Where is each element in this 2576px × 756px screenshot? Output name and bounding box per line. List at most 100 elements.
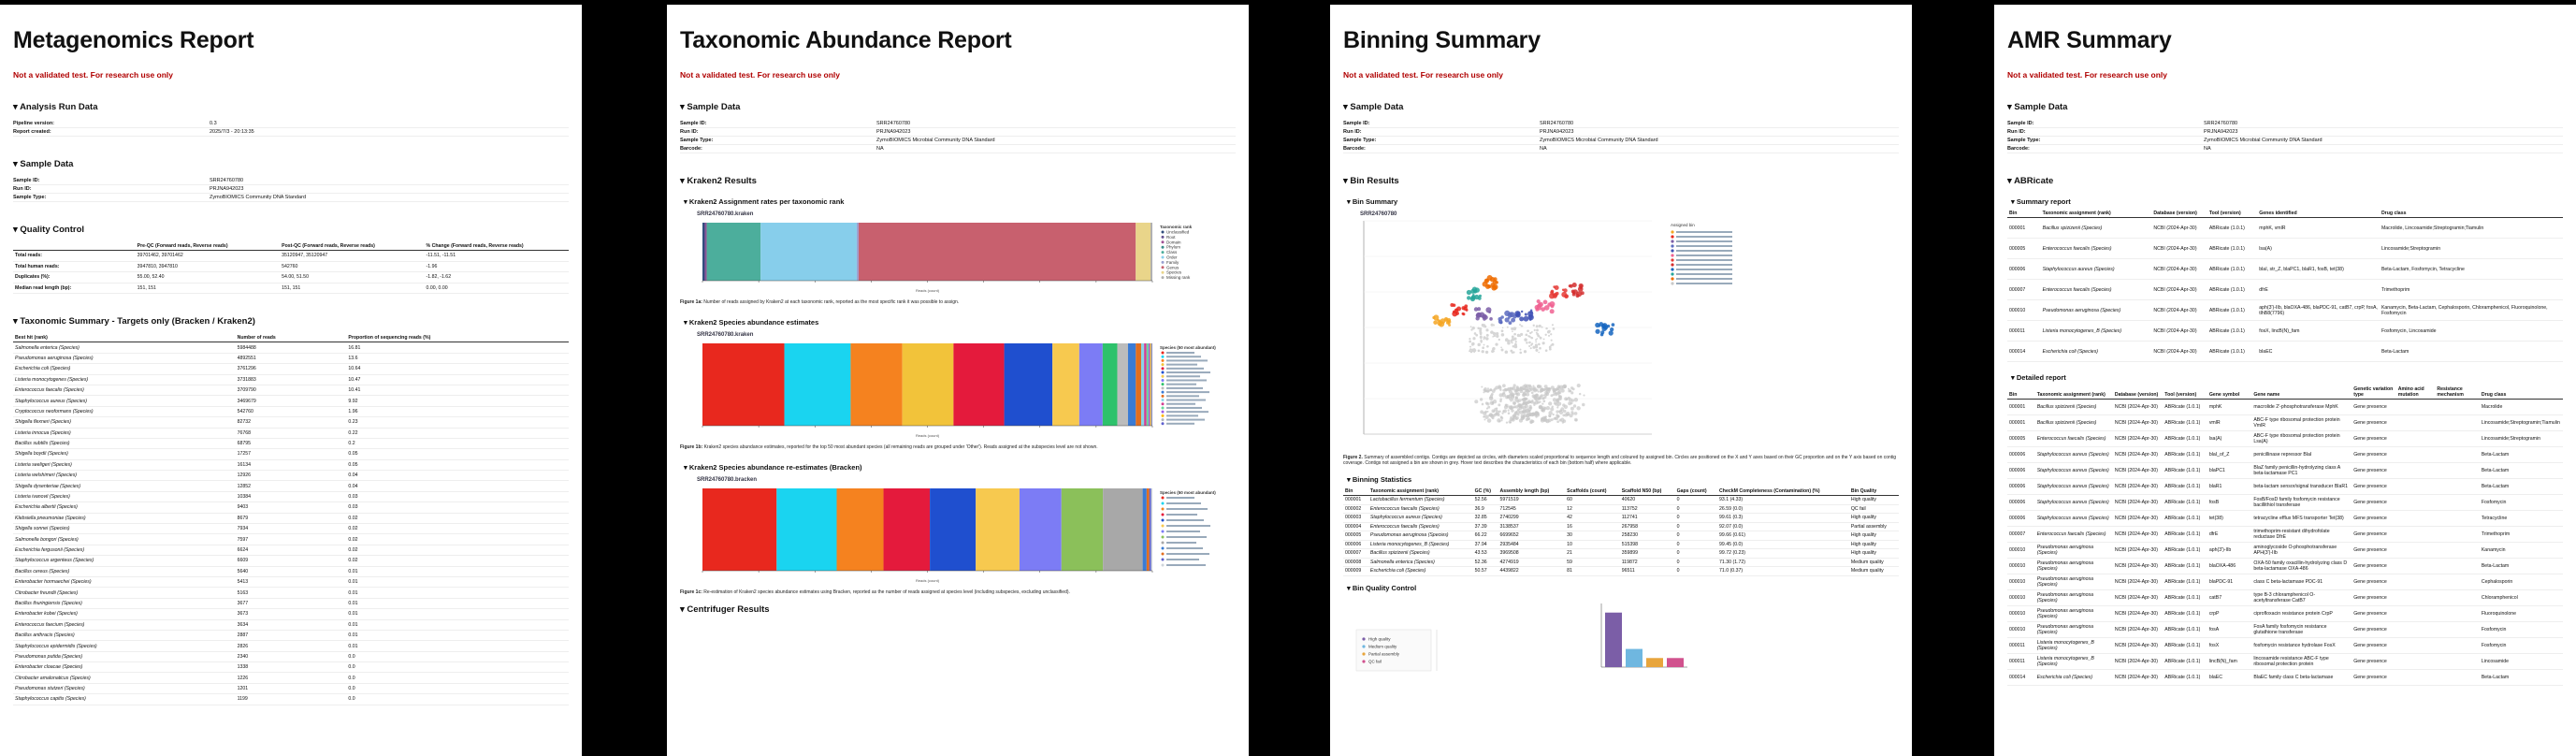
disclaimer: Not a validated test. For research use o…: [2007, 70, 2168, 80]
contig-point-unbinned: [1499, 398, 1502, 401]
legend-swatch: [1161, 260, 1165, 264]
contig-point-unbinned: [1535, 325, 1539, 328]
bar-segment: [1151, 343, 1152, 426]
contig-point-unbinned: [1576, 383, 1581, 388]
table-cell: 40620: [1619, 495, 1675, 505]
legend-swatch: [1671, 240, 1674, 243]
section-centrifuger-results[interactable]: ▾ Centrifuger Results: [680, 604, 1236, 615]
table-row: Enterobacter kobei (Species) 3673 0.01: [13, 608, 569, 620]
column-header: Gaps (count): [1674, 487, 1718, 496]
sample-data-table: Sample ID: SRR24760780 Run ID: PRJNA942023 S…: [2007, 120, 2563, 153]
bar-segment: [1004, 343, 1053, 426]
contig-point-unbinned: [1524, 385, 1527, 388]
contig-point-unbinned: [1540, 418, 1545, 423]
section-kraken2-results[interactable]: ▾ Kraken2 Results: [680, 176, 1236, 186]
table-cell: blaR1: [2207, 478, 2252, 495]
subsection-summary-report[interactable]: ▾ Summary report: [2011, 197, 2563, 206]
table-row: 000005 Enterococcus faecalis (Species) NCB…: [2007, 430, 2563, 447]
table-cell: 0: [1674, 513, 1718, 523]
bar-segment: [883, 488, 931, 571]
section-sample-data[interactable]: ▾ Sample Data: [2007, 102, 2563, 112]
kv-key: Run ID:: [13, 186, 32, 192]
column-header: % Change (Forward reads, Reverse reads): [424, 242, 569, 251]
kv-key: Sample Type:: [2007, 138, 2041, 143]
legend-label-placeholder: [1166, 352, 1194, 354]
contig-point-unbinned: [1479, 398, 1483, 401]
legend-swatch: [1671, 254, 1674, 257]
section-abricate[interactable]: ▾ ABRicate: [2007, 176, 2563, 186]
subsection-detailed-report[interactable]: ▾ Detailed report: [2011, 373, 2563, 382]
contig-point-binned: [1599, 332, 1604, 337]
contig-point-unbinned: [1583, 394, 1585, 397]
section-sample-data[interactable]: ▾ Sample Data: [13, 159, 569, 169]
table-cell: Shigella dysenteriae (Species): [13, 480, 236, 492]
contig-point-unbinned: [1479, 333, 1483, 336]
legend-label-placeholder: [1166, 519, 1204, 521]
column-header: Post-QC (Forward reads, Reverse reads): [280, 242, 425, 251]
contig-point-unbinned: [1491, 402, 1495, 405]
table-cell: Beta-Lactam: [2479, 478, 2563, 495]
contig-point-unbinned: [1471, 326, 1475, 330]
sample-data-table: Sample ID: SRR24760780 Run ID: PRJNA942023 S…: [1343, 120, 1899, 153]
section-bin-results[interactable]: ▾ Bin Results: [1343, 176, 1899, 186]
subsection-binning-statistics[interactable]: ▾ Binning Statistics: [1347, 475, 1899, 484]
contig-point-unbinned: [1570, 406, 1574, 411]
section-analysis-run[interactable]: ▾ Analysis Run Data: [13, 102, 569, 112]
subsection-bracken[interactable]: ▾ Kraken2 Species abundance re-estimates…: [684, 463, 1236, 472]
contig-point-binned: [1450, 303, 1454, 307]
table-cell: [2395, 542, 2436, 559]
contig-point-binned: [1504, 317, 1510, 323]
subsection-species-abundance[interactable]: ▾ Kraken2 Species abundance estimates: [684, 318, 1236, 327]
kv-value: 2025/7/3 - 20:13:35: [210, 129, 254, 135]
table-cell: Fosfomycin, Lincosamide: [2379, 320, 2563, 342]
subsection-bin-summary[interactable]: ▾ Bin Summary: [1347, 197, 1899, 206]
table-cell: Enterococcus faecalis (Species): [13, 385, 236, 397]
table-cell: [2395, 669, 2436, 686]
table-cell: Chloramphenicol: [2479, 589, 2563, 606]
legend-swatch: [1161, 383, 1165, 386]
page-title: Metagenomics Report: [13, 27, 254, 53]
table-cell: dfrE: [2207, 526, 2252, 543]
legend-swatch: [1161, 410, 1165, 414]
contig-point-unbinned: [1532, 324, 1535, 327]
table-cell: 3709790: [235, 385, 347, 397]
contig-point-unbinned: [1486, 418, 1492, 423]
kv-row: Sample ID: SRR24760780: [680, 120, 1236, 128]
table-row: Staphylococcus argenteus (Species) 6609 0.…: [13, 555, 569, 567]
kv-value: ZymoBIOMICS Microbial Community DNA Stan…: [2204, 138, 2323, 143]
contig-point-unbinned: [1481, 385, 1483, 388]
report-page-taxonomic-abundance: Taxonomic Abundance Report Not a validat…: [667, 5, 1249, 756]
table-cell: mphK: [2207, 399, 2252, 415]
section-taxonomic-summary[interactable]: ▾ Taxonomic Summary - Targets only (Brac…: [13, 316, 569, 327]
kv-row: Sample Type: ZymoBIOMICS Microbial Commun…: [2007, 137, 2563, 145]
table-cell: 000014: [2007, 341, 2041, 362]
contig-point-unbinned: [1582, 402, 1585, 407]
table-cell: 10.47: [346, 374, 569, 385]
contig-point-binned: [1476, 312, 1483, 318]
subsection-assignment-rates[interactable]: ▾ Kraken2 Assignment rates per taxonomic…: [684, 197, 1236, 206]
bar-segment: [1127, 343, 1136, 426]
section-quality-control[interactable]: ▾ Quality Control: [13, 225, 569, 235]
contig-point-unbinned: [1501, 392, 1504, 396]
table-cell: 0.00, 0.00: [424, 283, 569, 295]
contig-point-unbinned: [1527, 329, 1529, 333]
table-cell: NCBI (2024-Apr-30): [2112, 510, 2164, 527]
table-cell: 000011: [2007, 653, 2035, 670]
table-cell: Kanamycin, Beta-Lactam, Cephalosporin, C…: [2379, 299, 2563, 321]
legend-swatch: [1161, 374, 1165, 378]
table-cell: 0.02: [346, 523, 569, 535]
subsection-bin-qc[interactable]: ▾ Bin Quality Control: [1347, 584, 1899, 592]
amr-detailed-table: Bin Taxonomic assignment (rank) Database (…: [2007, 385, 2563, 686]
contig-point-unbinned: [1556, 414, 1560, 418]
table-cell: 5163: [235, 587, 347, 599]
table-row: Shigella flexneri (Species) 82732 0.23: [13, 416, 569, 429]
table-cell: Enterobacter hormaechei (Species): [13, 576, 236, 589]
section-sample-data[interactable]: ▾ Sample Data: [1343, 102, 1899, 112]
table-cell: 99.45 (0.0): [1717, 540, 1849, 549]
table-cell: NCBI (2024-Apr-30): [2112, 653, 2164, 670]
column-header: Proportion of sequencing reads (%): [346, 334, 569, 343]
section-sample-data[interactable]: ▾ Sample Data: [680, 102, 1236, 112]
table-cell: Medium quality: [1848, 566, 1899, 576]
contig-point-unbinned: [1507, 412, 1511, 414]
table-cell: 9.92: [346, 395, 569, 407]
